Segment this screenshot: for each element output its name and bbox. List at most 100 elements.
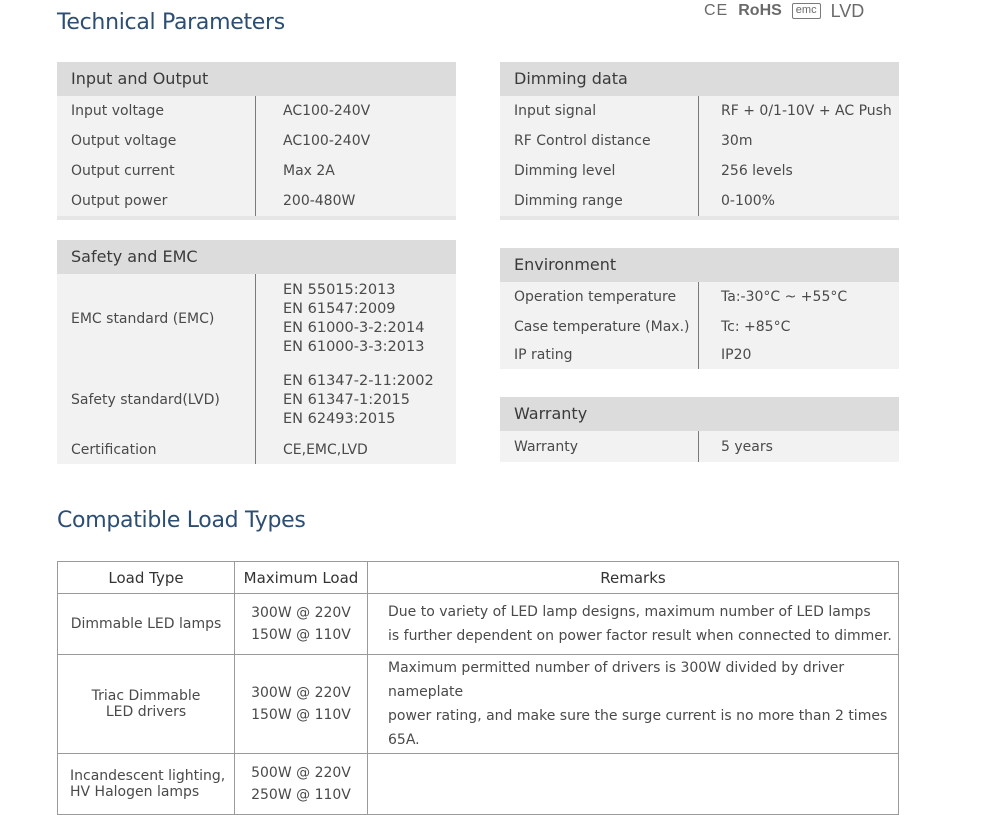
remarks-cell: Maximum permitted number of drivers is 3… bbox=[367, 654, 899, 754]
section-header: Input and Output bbox=[57, 62, 456, 96]
spec-value: RF + 0/1-10V + AC Push bbox=[721, 103, 892, 119]
spec-row: Warranty 5 years bbox=[500, 431, 899, 462]
remarks-line: is further dependent on power factor res… bbox=[388, 628, 892, 644]
max-load-line: 150W @ 110V bbox=[251, 707, 351, 723]
column-header: Maximum Load bbox=[234, 561, 368, 594]
spec-label: Safety standard(LVD) bbox=[57, 364, 256, 436]
lvd-mark: LVD bbox=[830, 0, 865, 21]
lvd-standard: EN 61347-1:2015 bbox=[283, 391, 410, 408]
spec-label: Input signal bbox=[500, 96, 699, 126]
spec-label: Case temperature (Max.) bbox=[500, 312, 699, 341]
divider bbox=[500, 216, 899, 220]
spec-row: IP rating IP20 bbox=[500, 341, 899, 369]
input-output-table: Input and Output Input voltage AC100-240… bbox=[57, 62, 456, 220]
spec-value: 5 years bbox=[721, 438, 773, 455]
spec-label: Operation temperature bbox=[500, 282, 699, 312]
divider bbox=[57, 216, 456, 220]
spec-label: EMC standard (EMC) bbox=[57, 274, 256, 364]
lvd-standard: EN 61347-2-11:2002 bbox=[283, 372, 434, 389]
section-header: Warranty bbox=[500, 397, 899, 431]
emc-mark: emc bbox=[791, 3, 821, 19]
spec-label: Dimming level bbox=[500, 156, 699, 186]
load-type-cell: Dimmable LED lamps bbox=[57, 593, 235, 655]
spec-label: Certification bbox=[57, 436, 256, 464]
spec-value: IP20 bbox=[721, 347, 752, 363]
remarks-line: Maximum permitted number of drivers is 3… bbox=[388, 660, 845, 700]
max-load-line: 250W @ 110V bbox=[251, 787, 351, 803]
table-row: Dimmable LED lamps 300W @ 220V 150W @ 11… bbox=[57, 593, 899, 655]
lvd-standard: EN 62493:2015 bbox=[283, 410, 396, 427]
spec-row: RF Control distance 30m bbox=[500, 126, 899, 156]
load-type-cell: Triac Dimmable LED drivers bbox=[57, 654, 235, 754]
spec-label: Output power bbox=[57, 186, 256, 216]
spec-value: 200-480W bbox=[283, 193, 356, 209]
spec-row: Dimming range 0-100% bbox=[500, 186, 899, 216]
spec-row: Case temperature (Max.) Tc: +85°C bbox=[500, 312, 899, 341]
spec-label: Input voltage bbox=[57, 96, 256, 126]
emc-standard: EN 55015:2013 bbox=[283, 282, 396, 298]
max-load-line: 300W @ 220V bbox=[251, 685, 351, 701]
section-header: Safety and EMC bbox=[57, 240, 456, 274]
spec-value: Ta:-30°C ~ +55°C bbox=[721, 289, 848, 305]
ce-mark: CE bbox=[704, 2, 729, 19]
max-load-cell: 300W @ 220V 150W @ 110V bbox=[234, 593, 368, 655]
spec-row: EMC standard (EMC) EN 55015:2013 EN 6154… bbox=[57, 274, 456, 364]
max-load-line: 500W @ 220V bbox=[251, 765, 351, 781]
dimming-data-table: Dimming data Input signal RF + 0/1-10V +… bbox=[500, 62, 899, 220]
environment-table: Environment Operation temperature Ta:-30… bbox=[500, 248, 899, 369]
spec-value: Max 2A bbox=[283, 163, 335, 179]
load-type-line: Dimmable LED lamps bbox=[70, 616, 222, 632]
spec-label: Dimming range bbox=[500, 186, 699, 216]
spec-row: Input signal RF + 0/1-10V + AC Push bbox=[500, 96, 899, 126]
max-load-line: 150W @ 110V bbox=[251, 627, 351, 643]
certification-marks: CE RoHS emc LVD bbox=[704, 0, 864, 22]
max-load-line: 300W @ 220V bbox=[251, 605, 351, 621]
table-row: Incandescent lighting, HV Halogen lamps … bbox=[57, 753, 899, 815]
section-header: Environment bbox=[500, 248, 899, 282]
remarks-line: Due to variety of LED lamp designs, maxi… bbox=[388, 604, 871, 620]
remarks-cell bbox=[367, 753, 899, 815]
spec-value: AC100-240V bbox=[283, 103, 371, 119]
emc-standard: EN 61547:2009 bbox=[283, 301, 396, 317]
emc-standard: EN 61000-3-2:2014 bbox=[283, 320, 425, 336]
load-types-table: Load Type Maximum Load Remarks Dimmable … bbox=[57, 561, 899, 815]
table-header-row: Load Type Maximum Load Remarks bbox=[57, 561, 899, 594]
max-load-cell: 300W @ 220V 150W @ 110V bbox=[234, 654, 368, 754]
safety-emc-table: Safety and EMC EMC standard (EMC) EN 550… bbox=[57, 240, 456, 464]
spec-label: RF Control distance bbox=[500, 126, 699, 156]
spec-row: Certification CE,EMC,LVD bbox=[57, 436, 456, 464]
spec-value: 256 levels bbox=[721, 163, 793, 179]
spec-label: Output voltage bbox=[57, 126, 256, 156]
spec-label: Output current bbox=[57, 156, 256, 186]
warranty-table: Warranty Warranty 5 years bbox=[500, 397, 899, 462]
spec-label: IP rating bbox=[500, 341, 699, 369]
spec-value: Tc: +85°C bbox=[721, 318, 791, 335]
load-type-line: Incandescent lighting, bbox=[70, 768, 226, 784]
spec-value: AC100-240V bbox=[283, 133, 371, 149]
max-load-cell: 500W @ 220V 250W @ 110V bbox=[234, 753, 368, 815]
rohs-mark: RoHS bbox=[738, 2, 782, 19]
load-type-cell: Incandescent lighting, HV Halogen lamps bbox=[57, 753, 235, 815]
section-title: Compatible Load Types bbox=[57, 508, 306, 533]
spec-row: Output power 200-480W bbox=[57, 186, 456, 216]
load-type-line: LED drivers bbox=[105, 704, 187, 720]
section-header: Dimming data bbox=[500, 62, 899, 96]
spec-row: Output voltage AC100-240V bbox=[57, 126, 456, 156]
spec-value: EN 61347-2-11:2002 EN 61347-1:2015 EN 62… bbox=[256, 364, 456, 436]
spec-label: Warranty bbox=[500, 431, 699, 462]
load-type-line: HV Halogen lamps bbox=[70, 784, 200, 800]
spec-row: Input voltage AC100-240V bbox=[57, 96, 456, 126]
load-type-line: Triac Dimmable bbox=[91, 688, 201, 704]
spec-value: 30m bbox=[721, 133, 753, 149]
remarks-line: power rating, and make sure the surge cu… bbox=[388, 708, 888, 748]
emc-standard: EN 61000-3-3:2013 bbox=[283, 339, 425, 355]
spec-row: Dimming level 256 levels bbox=[500, 156, 899, 186]
column-header: Remarks bbox=[367, 561, 899, 594]
spec-row: Safety standard(LVD) EN 61347-2-11:2002 … bbox=[57, 364, 456, 436]
column-header: Load Type bbox=[57, 561, 235, 594]
page-title: Technical Parameters bbox=[57, 10, 285, 35]
spec-row: Output current Max 2A bbox=[57, 156, 456, 186]
spec-value: CE,EMC,LVD bbox=[283, 442, 368, 458]
spec-row: Operation temperature Ta:-30°C ~ +55°C bbox=[500, 282, 899, 312]
table-row: Triac Dimmable LED drivers 300W @ 220V 1… bbox=[57, 654, 899, 754]
